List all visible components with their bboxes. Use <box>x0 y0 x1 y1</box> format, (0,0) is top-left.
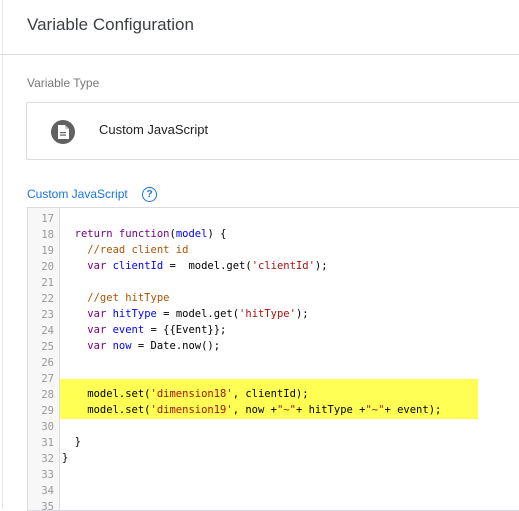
panel-header: Variable Configuration <box>0 0 519 55</box>
code-line: //get hitType <box>62 292 170 304</box>
line-number: 17 <box>41 213 54 225</box>
line-number: 20 <box>41 261 54 273</box>
line-number: 18 <box>41 229 54 241</box>
line-number: 33 <box>41 469 54 481</box>
code-line: var now = Date.now(); <box>87 340 221 352</box>
line-number: 21 <box>41 277 54 289</box>
code-editor[interactable]: 17 18 19 20 21 22 23 24 25 26 27 28 29 3… <box>27 207 519 511</box>
custom-javascript-label: Custom JavaScript <box>27 187 128 201</box>
help-circle-icon[interactable]: ? <box>142 187 157 202</box>
line-number: 32 <box>41 453 54 465</box>
variable-config-panel: Variable Configuration Variable Type Cus… <box>0 0 519 511</box>
line-number: 26 <box>41 357 54 369</box>
line-number: 24 <box>41 325 54 337</box>
code-line-highlighted: model.set('dimension19', now +"~"+ hitTy… <box>62 404 442 416</box>
code-line: //read client id <box>62 244 189 256</box>
line-number: 19 <box>41 245 54 257</box>
code-line: return function(model) { <box>74 228 227 240</box>
line-number: 25 <box>41 341 54 353</box>
code-line-highlighted: model.set('dimension18', clientId); <box>62 388 309 400</box>
code-line: var hitType = model.get('hitType'); <box>87 308 309 320</box>
page-title: Variable Configuration <box>27 15 194 34</box>
code-line: } <box>62 452 69 464</box>
panel-border <box>2 0 3 509</box>
line-number: 23 <box>41 309 54 321</box>
code-line: var clientId = model.get('clientId'); <box>87 260 328 272</box>
line-number: 27 <box>41 373 54 385</box>
line-number: 29 <box>41 405 54 417</box>
line-number: 35 <box>41 501 54 511</box>
document-icon <box>51 120 75 144</box>
code-line: var event = {{Event}}; <box>87 324 227 336</box>
variable-type-label: Variable Type <box>27 76 100 90</box>
line-number: 31 <box>41 437 54 449</box>
variable-type-name: Custom JavaScript <box>99 122 209 137</box>
line-number: 28 <box>41 389 54 401</box>
line-number: 30 <box>41 421 54 433</box>
line-number: 34 <box>41 485 54 497</box>
line-number-gutter: 17 18 19 20 21 22 23 24 25 26 27 28 29 3… <box>28 208 60 510</box>
line-number: 22 <box>41 293 54 305</box>
variable-type-card[interactable]: Custom JavaScript <box>26 102 519 160</box>
code-line: } <box>62 436 81 448</box>
